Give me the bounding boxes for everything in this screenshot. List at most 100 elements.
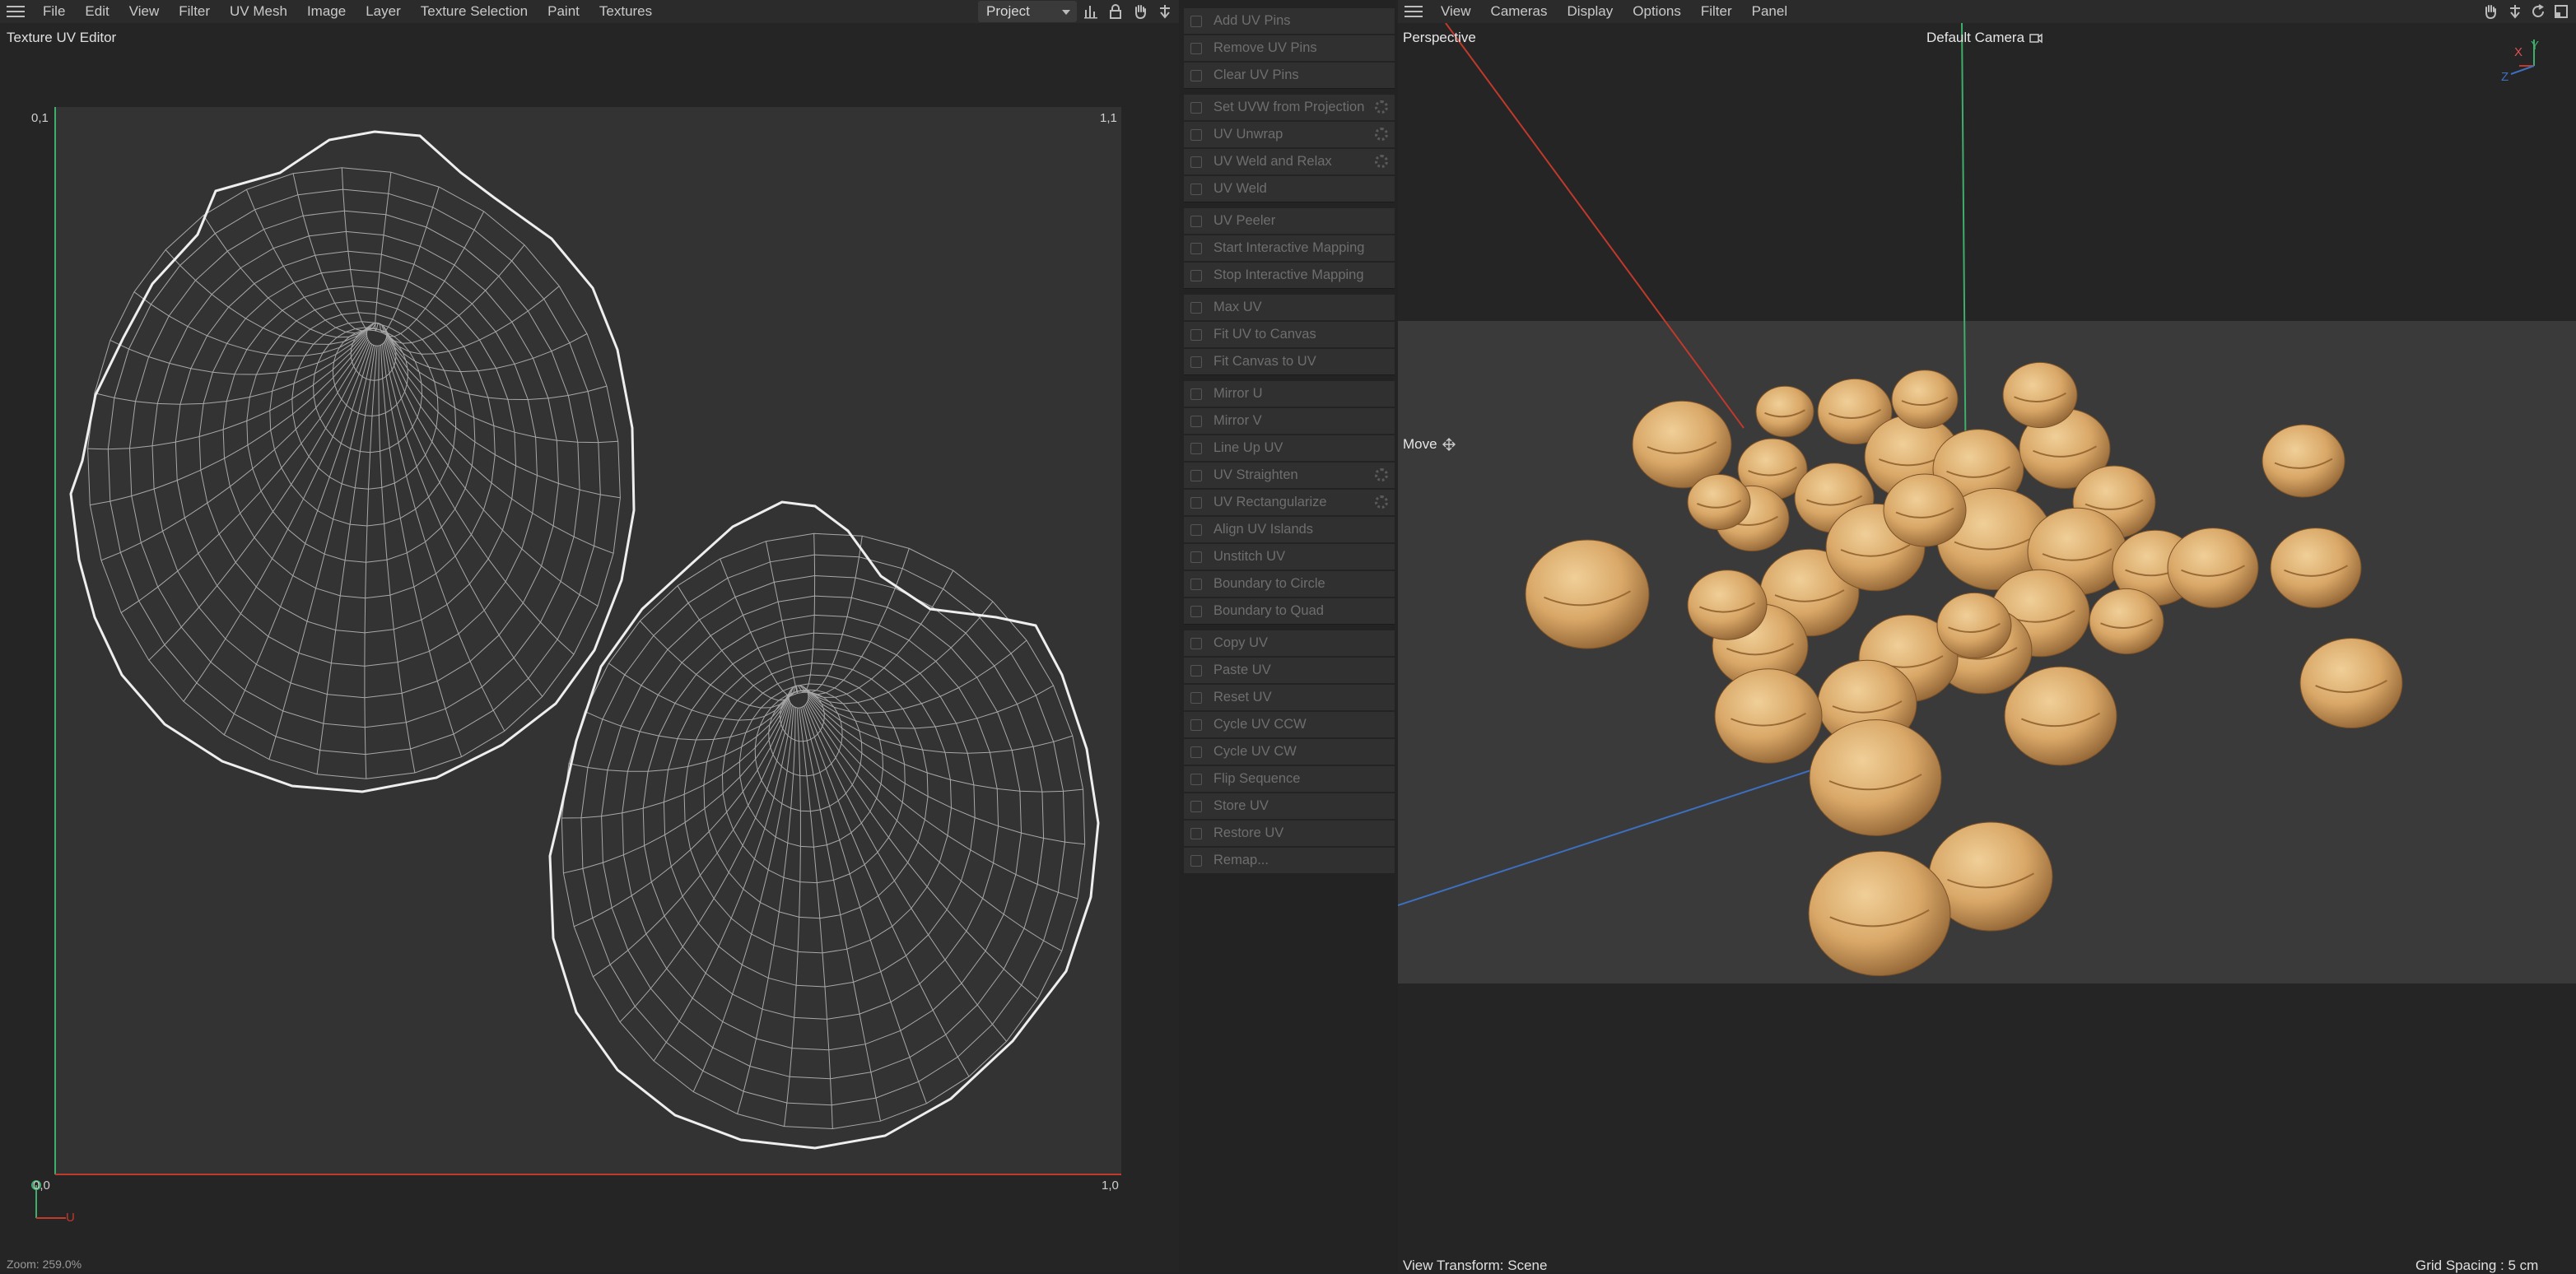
uv-command-button[interactable]: Restore UV — [1184, 821, 1395, 846]
command-label: Cycle UV CW — [1213, 744, 1297, 759]
corner-label-bottom-right: 1,0 — [1102, 1179, 1119, 1193]
command-icon — [1190, 242, 1202, 254]
gear-icon[interactable] — [1375, 100, 1388, 114]
hamburger-menu-icon[interactable] — [7, 6, 25, 17]
command-icon — [1190, 183, 1202, 195]
uv-command-button[interactable]: Boundary to Quad — [1184, 598, 1395, 624]
uv-command-button[interactable]: UV Unwrap — [1184, 122, 1395, 147]
uv-menubar: File Edit View Filter UV Mesh Image Laye… — [0, 0, 1179, 23]
uv-command-button[interactable]: Fit UV to Canvas — [1184, 322, 1395, 347]
uv-command-button[interactable]: Remap... — [1184, 848, 1395, 873]
uv-command-button[interactable]: Flip Sequence — [1184, 766, 1395, 792]
command-label: Line Up UV — [1213, 440, 1283, 455]
menu-paint[interactable]: Paint — [547, 3, 580, 20]
viewport-menubar: View Cameras Display Options Filter Pane… — [1398, 0, 2576, 23]
chickpea-object — [2262, 424, 2345, 498]
menu-filter[interactable]: Filter — [179, 3, 210, 20]
command-icon — [1190, 469, 1202, 481]
menu-file[interactable]: File — [43, 3, 65, 20]
menu-filter[interactable]: Filter — [1701, 3, 1732, 20]
menu-edit[interactable]: Edit — [85, 3, 109, 20]
uv-command-button[interactable]: Fit Canvas to UV — [1184, 349, 1395, 374]
uv-command-button[interactable]: Line Up UV — [1184, 435, 1395, 461]
menu-options[interactable]: Options — [1633, 3, 1681, 20]
command-icon — [1190, 15, 1202, 27]
uv-command-button[interactable]: Store UV — [1184, 793, 1395, 819]
uv-command-button[interactable]: Remove UV Pins — [1184, 35, 1395, 61]
menu-uv-mesh[interactable]: UV Mesh — [230, 3, 287, 20]
uv-canvas[interactable]: U 0,1 1,1 0,0 1,0 — [0, 41, 1179, 1259]
command-icon — [1190, 415, 1202, 427]
chickpea-object — [1687, 570, 1768, 640]
gizmo-z-line — [2510, 65, 2535, 75]
gear-icon[interactable] — [1375, 155, 1388, 168]
uv-command-button[interactable]: Start Interactive Mapping — [1184, 235, 1395, 261]
uv-command-button[interactable]: Mirror U — [1184, 381, 1395, 407]
pan-hand-icon[interactable] — [2483, 3, 2498, 20]
command-label: Remove UV Pins — [1213, 40, 1317, 55]
menu-texture-selection[interactable]: Texture Selection — [421, 3, 528, 20]
uv-command-button[interactable]: UV Rectangularize — [1184, 490, 1395, 515]
uv-command-button[interactable]: Set UVW from Projection — [1184, 95, 1395, 120]
command-label: Mirror U — [1213, 386, 1263, 401]
command-icon — [1190, 664, 1202, 677]
menu-image[interactable]: Image — [307, 3, 346, 20]
uv-command-button[interactable]: Clear UV Pins — [1184, 63, 1395, 88]
uv-command-button[interactable]: Copy UV — [1184, 630, 1395, 656]
project-select-value: Project — [986, 3, 1030, 19]
uv-command-button[interactable]: Paste UV — [1184, 658, 1395, 683]
uv-command-button[interactable]: UV Peeler — [1184, 208, 1395, 234]
gear-icon[interactable] — [1375, 495, 1388, 509]
chickpea-object — [1808, 850, 1951, 977]
menu-cameras[interactable]: Cameras — [1491, 3, 1548, 20]
command-label: Reset UV — [1213, 690, 1272, 704]
command-icon — [1190, 578, 1202, 590]
uv-command-button[interactable]: Align UV Islands — [1184, 517, 1395, 542]
pan-hand-icon[interactable] — [1133, 3, 1148, 20]
uv-command-button[interactable]: Stop Interactive Mapping — [1184, 263, 1395, 288]
uv-command-button[interactable]: Cycle UV CW — [1184, 739, 1395, 765]
maximize-view-icon[interactable] — [2554, 3, 2569, 20]
uv-command-button[interactable]: Mirror V — [1184, 408, 1395, 434]
project-select[interactable]: Project — [978, 1, 1077, 22]
viewport-panel[interactable]: View Cameras Display Options Filter Pane… — [1398, 0, 2576, 1273]
move-down-icon[interactable] — [2508, 3, 2522, 20]
uv-command-button[interactable]: Unstitch UV — [1184, 544, 1395, 570]
gear-icon[interactable] — [1375, 468, 1388, 481]
chickpea-object — [1687, 474, 1751, 530]
uv-command-button[interactable]: UV Straighten — [1184, 463, 1395, 488]
menu-display[interactable]: Display — [1567, 3, 1614, 20]
uv-command-button[interactable]: Max UV — [1184, 295, 1395, 320]
menu-view[interactable]: View — [1441, 3, 1471, 20]
command-label: Boundary to Quad — [1213, 603, 1324, 618]
lock-icon[interactable] — [1108, 3, 1123, 20]
command-icon — [1190, 605, 1202, 617]
menu-panel[interactable]: Panel — [1752, 3, 1787, 20]
command-label: UV Rectangularize — [1213, 495, 1327, 509]
viewport-scene[interactable]: X Y Z — [1398, 23, 2576, 1272]
camera-label-wrap[interactable]: Default Camera — [1926, 30, 2043, 46]
perspective-label[interactable]: Perspective — [1403, 30, 1476, 46]
command-label: UV Straighten — [1213, 467, 1298, 482]
menu-view[interactable]: View — [129, 3, 160, 20]
move-tool-label-wrap[interactable]: Move — [1403, 436, 1456, 453]
menu-layer[interactable]: Layer — [366, 3, 401, 20]
uv-command-button[interactable]: UV Weld — [1184, 176, 1395, 202]
chickpea-object — [2299, 637, 2403, 729]
hamburger-menu-icon[interactable] — [1404, 6, 1423, 17]
command-icon — [1190, 691, 1202, 704]
uv-command-button[interactable]: Reset UV — [1184, 685, 1395, 710]
uv-command-button[interactable]: Cycle UV CCW — [1184, 712, 1395, 737]
chickpea-object — [1936, 592, 2012, 659]
gear-icon[interactable] — [1375, 128, 1388, 141]
uv-command-button[interactable]: UV Weld and Relax — [1184, 149, 1395, 174]
menu-textures[interactable]: Textures — [599, 3, 652, 20]
histogram-icon[interactable] — [1083, 3, 1098, 20]
move-down-icon[interactable] — [1158, 3, 1172, 20]
uv-command-button[interactable]: Add UV Pins — [1184, 8, 1395, 34]
command-label: Clear UV Pins — [1213, 67, 1299, 82]
uv-command-button[interactable]: Boundary to Circle — [1184, 571, 1395, 597]
command-label: Max UV — [1213, 300, 1262, 314]
chickpea-object — [1809, 719, 1942, 836]
rotate-view-icon[interactable] — [2531, 3, 2546, 20]
